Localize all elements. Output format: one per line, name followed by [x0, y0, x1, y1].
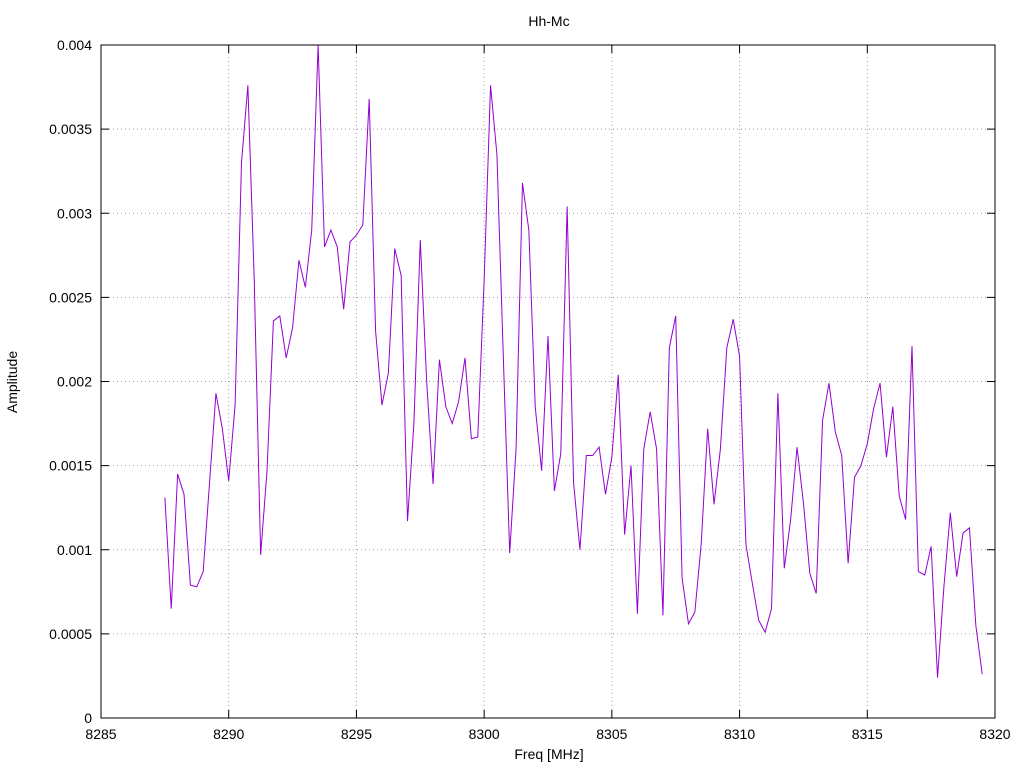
y-tick-label: 0.004 — [57, 37, 92, 53]
plot-frame — [100, 44, 996, 719]
y-tick-label: 0.001 — [57, 542, 92, 558]
x-tick-label: 8315 — [852, 726, 883, 742]
chart: 8285 8290 8295 8300 8305 8310 8315 8320 0 0.0005 0… — [4, 13, 1011, 762]
y-tick-label: 0.0015 — [49, 458, 92, 474]
y-tick-label: 0.0025 — [49, 289, 92, 305]
chart-title: Hh-Mc — [528, 13, 569, 29]
x-tick-label: 8290 — [213, 726, 244, 742]
y-tick-label: 0.0035 — [49, 121, 92, 137]
ticks — [100, 44, 996, 719]
x-tick-label: 8300 — [469, 726, 500, 742]
y-tick-label: 0.003 — [57, 205, 92, 221]
x-tick-label: 8320 — [979, 726, 1010, 742]
series-line — [164, 44, 983, 678]
x-tick-label: 8310 — [724, 726, 755, 742]
x-axis-label: Freq [MHz] — [514, 746, 583, 762]
y-axis-label: Amplitude — [4, 351, 20, 413]
y-tick-label: 0.0005 — [49, 626, 92, 642]
x-tick-label: 8285 — [85, 726, 116, 742]
y-tick-label: 0.002 — [57, 374, 92, 390]
tick-labels: 8285 8290 8295 8300 8305 8310 8315 8320 0 0.0005 0… — [49, 37, 1011, 742]
x-tick-label: 8295 — [341, 726, 372, 742]
x-tick-label: 8305 — [596, 726, 627, 742]
y-tick-label: 0 — [84, 710, 92, 726]
grid — [101, 45, 995, 718]
